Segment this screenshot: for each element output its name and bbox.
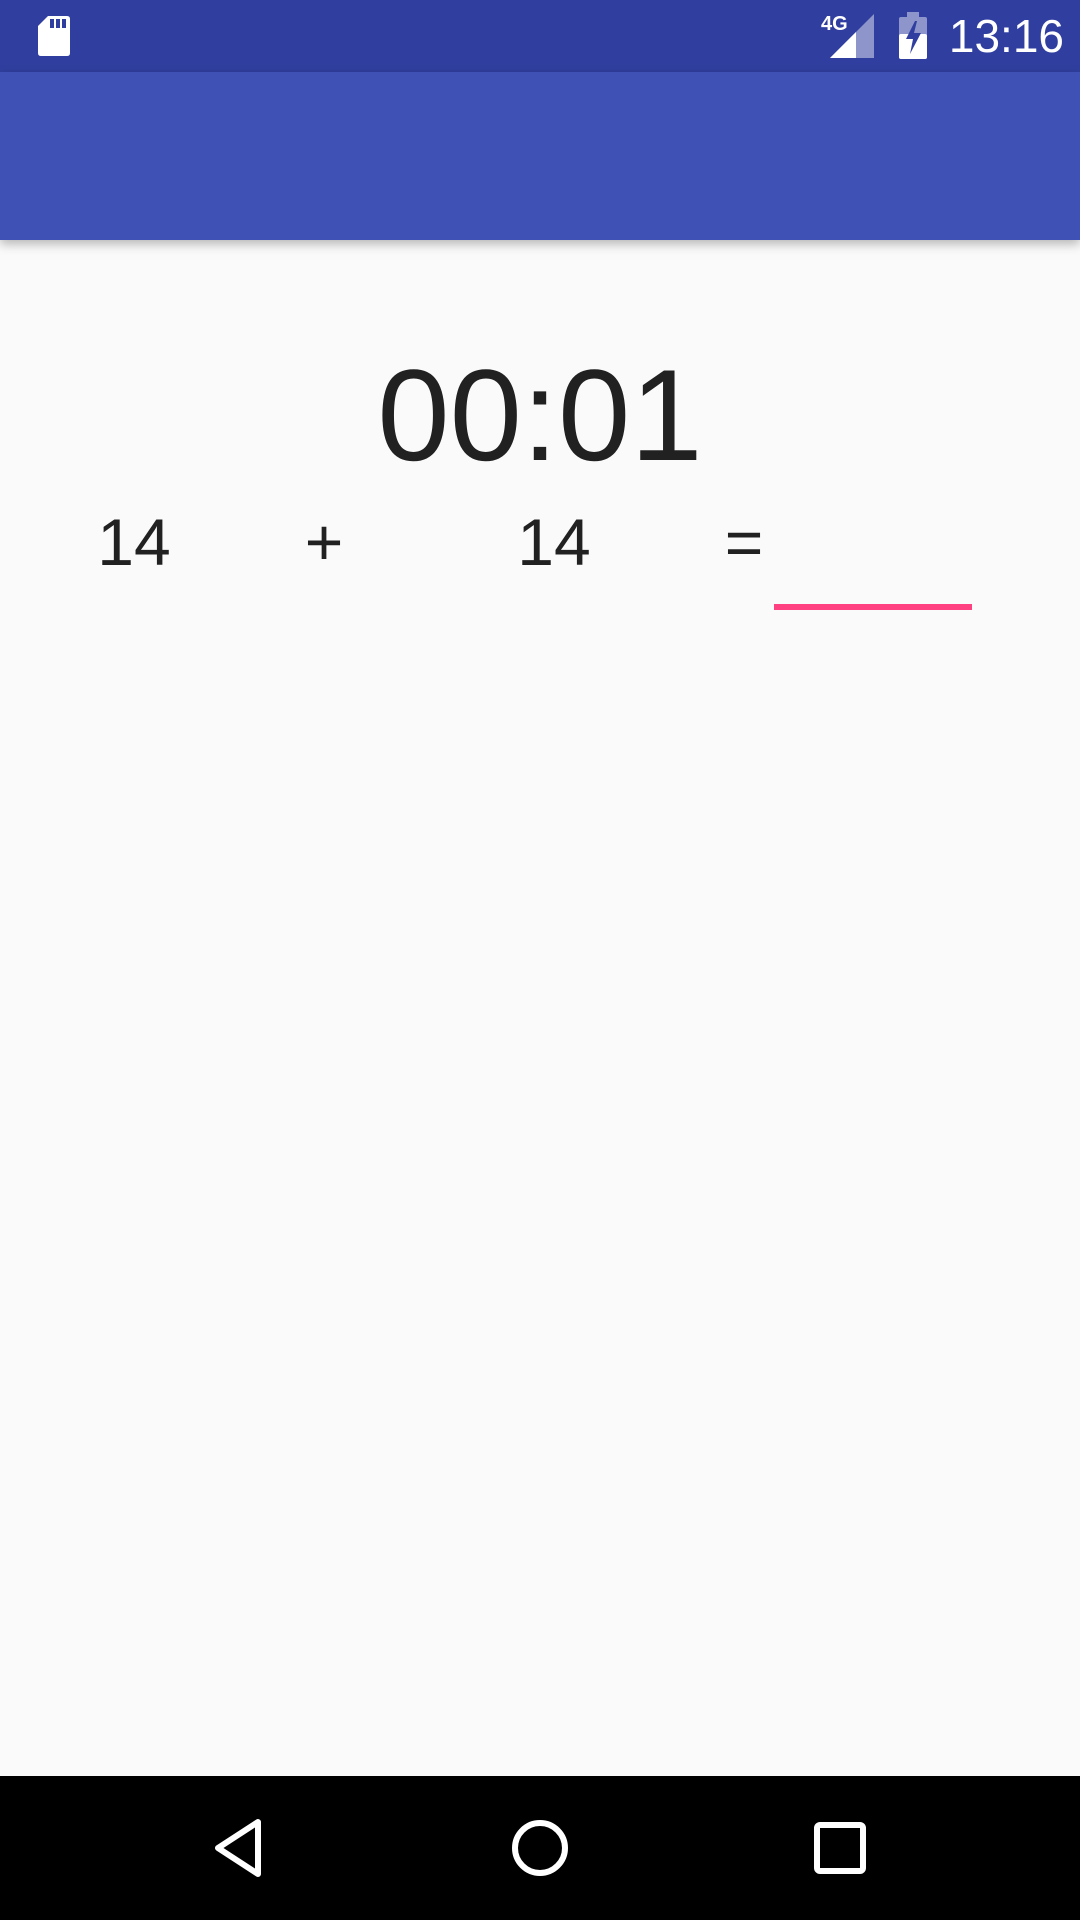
status-time: 13:16 — [948, 10, 1064, 62]
navigation-bar — [0, 1776, 1080, 1920]
home-button[interactable] — [490, 1798, 590, 1898]
home-icon — [512, 1820, 568, 1876]
status-bar: 4G 13:16 — [0, 0, 1080, 72]
svg-text:4G: 4G — [821, 13, 848, 35]
app-bar — [0, 72, 1080, 240]
timer-display: 00:01 — [377, 342, 703, 488]
operand-a: 14 — [97, 505, 171, 579]
operator-symbol: + — [304, 505, 344, 579]
sd-card-icon — [38, 16, 70, 56]
back-icon — [215, 1819, 261, 1877]
recents-button[interactable] — [790, 1798, 890, 1898]
recents-icon — [814, 1822, 866, 1874]
answer-input[interactable] — [774, 520, 972, 610]
battery-charging-icon — [899, 12, 927, 59]
equals-symbol: = — [724, 505, 764, 579]
back-button[interactable] — [190, 1798, 290, 1898]
operand-b: 14 — [517, 505, 591, 579]
signal-4g-icon: 4G — [821, 13, 874, 58]
